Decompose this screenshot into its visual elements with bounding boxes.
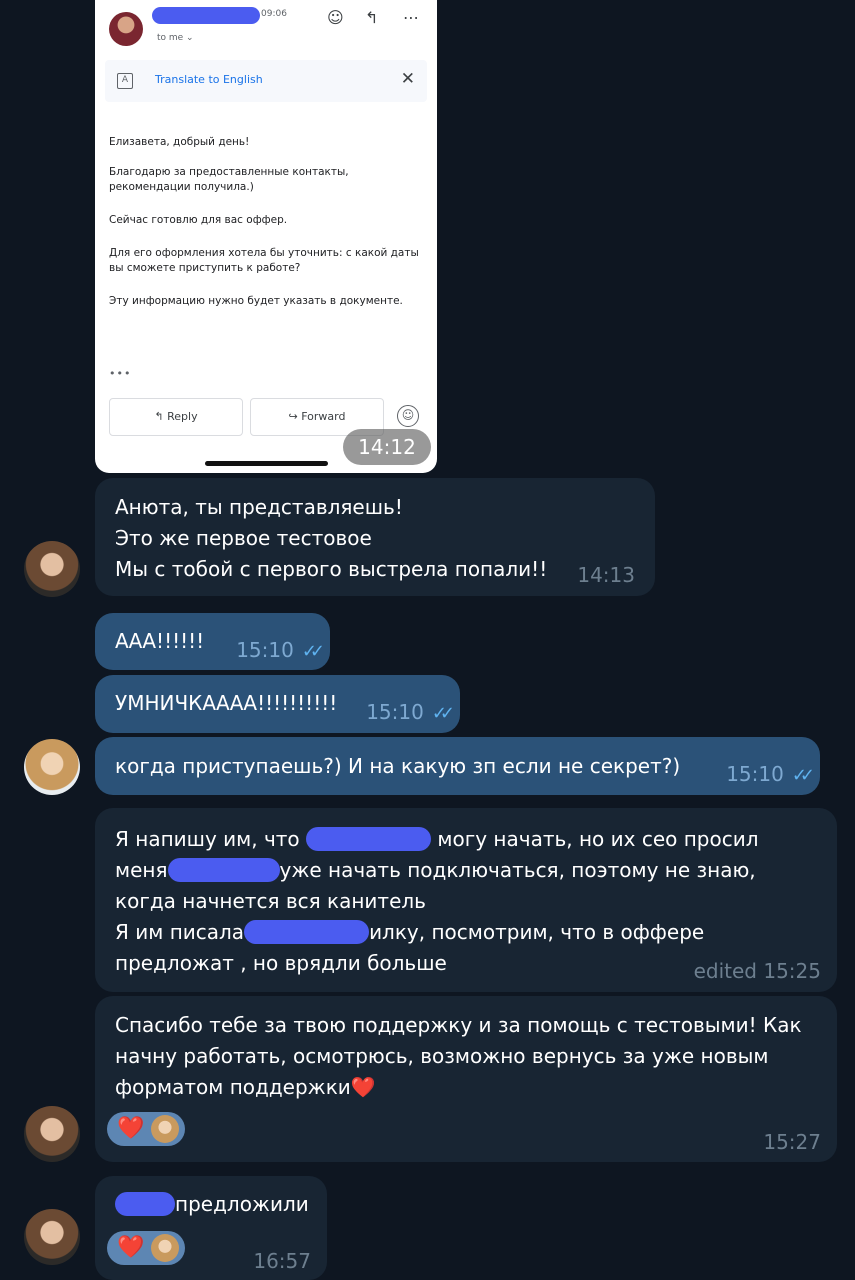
message-outgoing[interactable]: ААА!!!!!! 15:10 ✓✓ [95,613,330,670]
message-fragment: уже начать подключаться, поэтому не знаю… [279,858,756,882]
message-meta: 15:10 ✓✓ [726,759,815,791]
redaction-mark [306,827,432,851]
message-edited-time: edited 15:25 [693,959,821,983]
message-fragment: Я им писала [115,920,245,944]
message-time: 15:10 [366,700,424,724]
message-line: Это же первое тестовое [115,526,372,550]
message-line: когда начнется вся канитель [115,889,426,913]
reactor-avatar [151,1115,179,1143]
message-line: Я напишу им, что могу начать, но их сео … [115,824,759,855]
message-fragment: предложили [175,1192,309,1216]
message-fragment: Я напишу им, что [115,827,300,851]
message-line: предложили [115,1189,309,1220]
message-time: 16:57 [253,1249,311,1273]
message-time: 15:10 [726,762,784,786]
email-paragraph: Благодарю за предоставленные контакты, р… [109,166,349,193]
message-line: Мы с тобой с первого выстрела попали!! [115,557,548,581]
emoji-react-icon: ☺ [327,8,344,27]
more-icon: ⋯ [403,8,419,27]
read-checkmarks-icon: ✓✓ [431,703,455,724]
redaction-mark [167,858,280,882]
message-time: 15:10 [236,638,294,662]
message-incoming[interactable]: Анюта, ты представляешь! Это же первое т… [95,478,655,596]
translate-bar: A Translate to English ✕ [105,60,427,102]
contact-avatar[interactable] [24,541,80,597]
contact-avatar[interactable] [24,1209,80,1265]
message-incoming[interactable]: предложили ❤️ 16:57 [95,1176,327,1280]
message-meta: 15:10 ✓✓ [236,635,325,667]
email-recipient: to me ⌄ [157,33,194,43]
photo-timestamp: 14:12 [343,429,431,465]
message-line: форматом поддержки❤️ [115,1072,376,1103]
message-outgoing[interactable]: УМНИЧКАААА!!!!!!!!!! 15:10 ✓✓ [95,675,460,733]
message-line: предложат , но врядли больше [115,951,447,975]
redaction-mark [244,920,370,944]
message-line: Спасибо тебе за твою поддержку и за помо… [115,1013,802,1037]
message-fragment: меня [115,858,168,882]
contact-avatar[interactable] [24,1106,80,1162]
message-outgoing[interactable]: когда приступаешь?) И на какую зп если н… [95,737,820,795]
heart-reaction-icon: ❤️ [117,1116,145,1141]
sender-avatar [109,12,143,46]
message-text: когда приступаешь?) И на какую зп если н… [115,754,681,778]
message-time: 14:13 [577,563,635,587]
email-collapsed-dots: ••• [109,367,132,380]
message-line: меня уже начать подключаться, поэтому не … [115,855,756,886]
message-time: 15:27 [763,1130,821,1154]
reaction-chip[interactable]: ❤️ [107,1231,185,1265]
message-fragment: илку, посмотрим, что в оффере [369,920,705,944]
redacted-sender-name [152,7,260,24]
email-reply-button: ↰ Reply [109,398,243,436]
reactor-avatar [151,1234,179,1262]
home-indicator [205,461,328,466]
message-fragment: форматом поддержки [115,1075,351,1099]
message-line: начну работать, осмотрюсь, возможно верн… [115,1044,769,1068]
read-checkmarks-icon: ✓✓ [791,765,815,786]
redaction-mark [115,1192,175,1216]
email-paragraph: Эту информацию нужно будет указать в док… [109,295,403,307]
user-avatar[interactable] [24,739,80,795]
message-fragment: могу начать, но их сео просил [437,827,759,851]
email-emoji-icon: ☺ [397,405,419,427]
message-text: УМНИЧКАААА!!!!!!!!!! [115,691,338,715]
email-screenshot-photo[interactable]: 09:06 to me ⌄ ☺ ↰ ⋯ A Translate to Engli… [95,0,437,473]
message-meta: 15:10 ✓✓ [366,697,455,729]
email-paragraph: Сейчас готовлю для вас оффер. [109,214,288,226]
message-line: Я им писала илку, посмотрим, что в оффере [115,917,704,948]
reply-icon: ↰ [365,8,379,27]
message-text: ААА!!!!!! [115,629,205,653]
message-incoming[interactable]: Я напишу им, что могу начать, но их сео … [95,808,837,992]
close-icon: ✕ [400,69,415,89]
heart-reaction-icon: ❤️ [117,1235,145,1260]
message-incoming[interactable]: Спасибо тебе за твою поддержку и за помо… [95,996,837,1162]
heart-emoji: ❤️ [350,1075,376,1099]
email-time: 09:06 [261,9,287,19]
translate-link: Translate to English [155,73,263,86]
read-checkmarks-icon: ✓✓ [301,641,325,662]
email-greeting: Елизавета, добрый день! [109,136,250,148]
reaction-chip[interactable]: ❤️ [107,1112,185,1146]
email-paragraph: Для его оформления хотела бы уточнить: с… [109,247,419,274]
translate-icon: A [117,73,133,89]
message-line: Анюта, ты представляешь! [115,495,403,519]
